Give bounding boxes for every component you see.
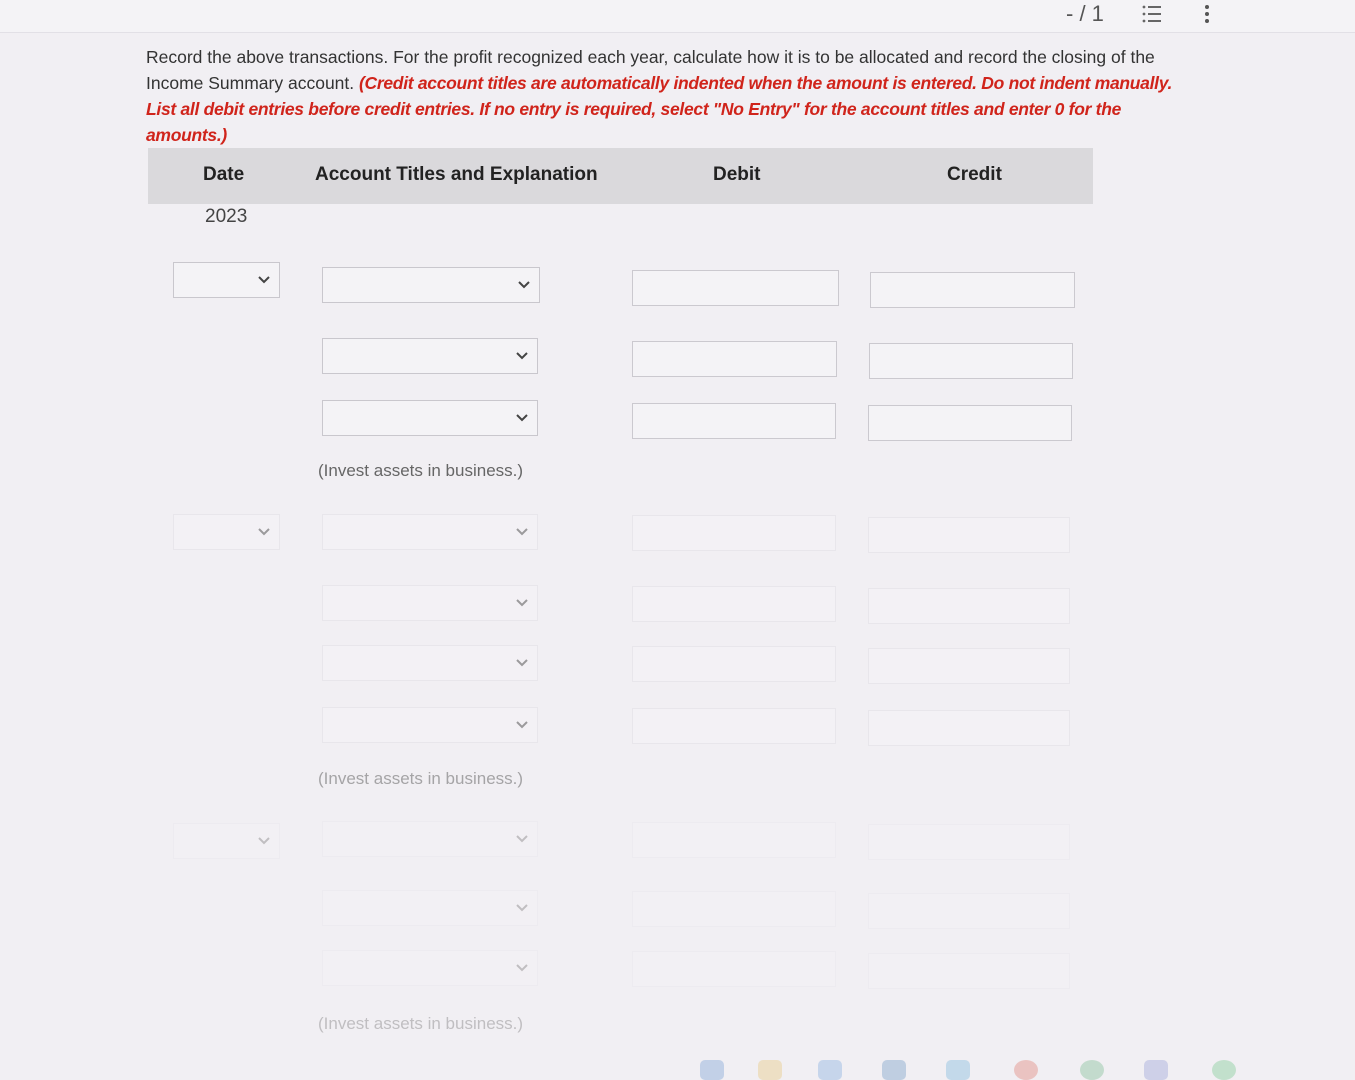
folder-icon[interactable]	[758, 1060, 782, 1080]
entry-explanation: (Invest assets in business.)	[318, 1014, 524, 1033]
date-select[interactable]	[173, 262, 280, 298]
app-icon[interactable]	[700, 1060, 724, 1080]
credit-input[interactable]	[869, 343, 1073, 379]
chevron-down-icon	[258, 837, 270, 845]
header-credit: Credit	[947, 164, 1002, 185]
account-select[interactable]	[322, 338, 538, 374]
journal-table-header: Date Account Titles and Explanation Debi…	[148, 148, 1093, 204]
pdf-toolbar: - / 1	[0, 0, 1355, 33]
debit-input[interactable]	[632, 515, 836, 551]
account-select[interactable]	[322, 821, 538, 857]
credit-input[interactable]	[868, 953, 1070, 989]
credit-input[interactable]	[868, 710, 1070, 746]
date-select[interactable]	[173, 514, 280, 550]
account-select[interactable]	[322, 950, 538, 986]
chevron-down-icon	[516, 528, 528, 536]
app-icon[interactable]	[946, 1060, 970, 1080]
app-icon[interactable]	[882, 1060, 906, 1080]
credit-input[interactable]	[868, 517, 1070, 553]
entry-explanation: (Invest assets in business.)	[318, 769, 524, 788]
credit-input[interactable]	[868, 588, 1070, 624]
header-account-titles: Account Titles and Explanation	[315, 164, 598, 185]
account-select[interactable]	[322, 890, 538, 926]
chevron-down-icon	[516, 599, 528, 607]
chevron-down-icon	[516, 414, 528, 422]
chevron-down-icon	[516, 352, 528, 360]
instructions: Record the above transactions. For the p…	[146, 44, 1206, 148]
entry-explanation: (Invest assets in business.)	[318, 461, 524, 480]
header-debit: Debit	[713, 164, 761, 185]
chevron-down-icon	[518, 281, 530, 289]
spotify-icon[interactable]	[1212, 1060, 1236, 1080]
account-select[interactable]	[322, 645, 538, 681]
chevron-down-icon	[258, 276, 270, 284]
account-select[interactable]	[322, 585, 538, 621]
outline-icon[interactable]	[1140, 2, 1164, 26]
debit-input[interactable]	[632, 586, 836, 622]
account-select[interactable]	[322, 707, 538, 743]
chevron-down-icon	[258, 528, 270, 536]
date-select[interactable]	[173, 823, 280, 859]
more-vertical-icon[interactable]	[1198, 2, 1216, 26]
account-select[interactable]	[322, 267, 540, 303]
debit-input[interactable]	[632, 891, 836, 927]
chevron-down-icon	[516, 964, 528, 972]
debit-input[interactable]	[632, 403, 836, 439]
account-select[interactable]	[322, 400, 538, 436]
chevron-down-icon	[516, 659, 528, 667]
chevron-down-icon	[516, 835, 528, 843]
debit-input[interactable]	[632, 341, 837, 377]
app-icon[interactable]	[1080, 1060, 1104, 1080]
debit-input[interactable]	[632, 270, 839, 306]
header-date: Date	[203, 164, 245, 185]
taskbar	[0, 1048, 1355, 1080]
credit-input[interactable]	[868, 405, 1072, 441]
year-label: 2023	[205, 206, 248, 227]
debit-input[interactable]	[632, 822, 836, 858]
page-indicator: - / 1	[1066, 1, 1104, 26]
debit-input[interactable]	[632, 708, 836, 744]
debit-input[interactable]	[632, 646, 836, 682]
chevron-down-icon	[516, 904, 528, 912]
credit-input[interactable]	[868, 648, 1070, 684]
app-icon[interactable]	[818, 1060, 842, 1080]
teams-icon[interactable]	[1144, 1060, 1168, 1080]
chrome-icon[interactable]	[1014, 1060, 1038, 1080]
chevron-down-icon	[516, 721, 528, 729]
credit-input[interactable]	[870, 272, 1075, 308]
account-select[interactable]	[322, 514, 538, 550]
credit-input[interactable]	[868, 824, 1070, 860]
debit-input[interactable]	[632, 951, 836, 987]
credit-input[interactable]	[868, 893, 1070, 929]
